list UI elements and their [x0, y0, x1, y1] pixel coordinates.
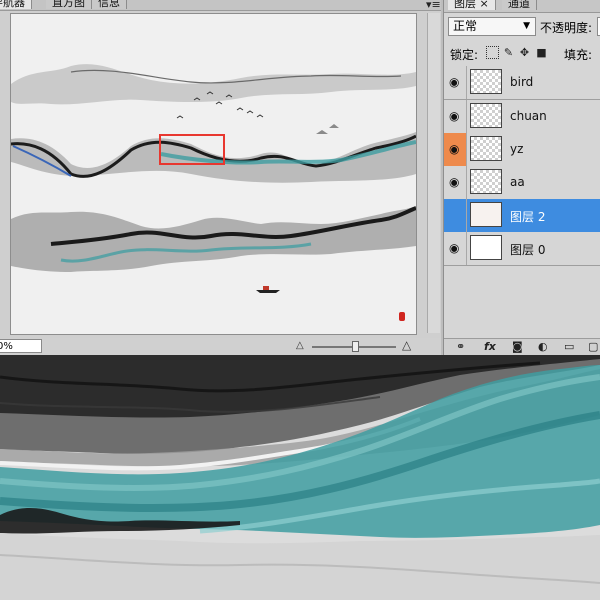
boat [256, 290, 280, 293]
eye-icon: ◉ [449, 142, 460, 156]
zoom-slider-handle[interactable] [352, 341, 359, 352]
ink-landscape-detail [0, 355, 600, 600]
visibility-toggle[interactable] [444, 199, 467, 232]
zoomed-canvas[interactable] [0, 355, 600, 600]
tab-histogram[interactable]: 直方图 [46, 0, 92, 9]
layer-name: bird [510, 75, 534, 89]
fill-label: 填充: [564, 48, 593, 62]
layer-thumbnail [470, 103, 502, 128]
layer-row-yz[interactable]: ◉ yz [444, 133, 600, 167]
blend-mode-value: 正常 [453, 19, 478, 33]
visibility-toggle[interactable]: ◉ [444, 66, 467, 99]
zoom-percentage-field[interactable]: 0% [0, 339, 42, 353]
navigator-preview[interactable] [10, 13, 417, 335]
layer-thumbnail [470, 235, 502, 260]
visibility-toggle[interactable]: ◉ [444, 100, 467, 133]
tab-info[interactable]: 信息 [92, 0, 127, 9]
eye-icon: ◉ [449, 175, 460, 189]
layers-footer-toolbar: ⚭ fx ◙ ◐ ▭ ▢ [444, 338, 600, 356]
link-icon[interactable]: ⚭ [456, 340, 465, 353]
navigator-panel: 导航器 直方图 信息 ▾≡ [0, 0, 441, 355]
lower-paper [0, 533, 600, 600]
eye-icon: ◉ [449, 75, 460, 89]
layer-thumbnail [470, 169, 502, 194]
layer-name: chuan [510, 109, 547, 123]
tab-navigator[interactable]: 导航器 [0, 0, 32, 9]
visibility-toggle[interactable]: ◉ [444, 133, 467, 166]
eye-icon: ◉ [449, 241, 460, 255]
mountain-top-wash [11, 64, 416, 105]
lock-all-icon[interactable]: ■ [535, 46, 548, 59]
navigator-view-box[interactable] [159, 134, 225, 165]
layer-name: 图层 0 [510, 243, 546, 257]
navigator-tab-bar: 导航器 直方图 信息 ▾≡ [0, 0, 441, 11]
ink-landscape-thumbnail [11, 64, 416, 321]
navigator-scrollbar[interactable] [427, 13, 440, 333]
eye-icon: ◉ [449, 109, 460, 123]
lock-transparent-icon[interactable] [486, 46, 499, 59]
layer-row-aa[interactable]: ◉ aa [444, 166, 600, 200]
boat-cabin [263, 286, 269, 290]
chevron-down-icon: ▼ [523, 21, 530, 31]
red-seal [399, 312, 405, 321]
group-icon[interactable]: ▭ [564, 340, 574, 353]
mask-icon[interactable]: ◙ [512, 340, 523, 353]
zoom-out-icon[interactable]: △ [296, 340, 304, 351]
layer-thumbnail [470, 136, 502, 161]
layer-row-bird[interactable]: ◉ bird [444, 66, 600, 100]
layer-name: yz [510, 142, 524, 156]
layers-list: ◉ bird ◉ chuan ◉ yz ◉ aa 图层 2 ◉ 图层 0 [444, 66, 600, 266]
tab-channels[interactable]: 通道 [502, 0, 537, 10]
layer-name: aa [510, 175, 525, 189]
layers-tab-bar: 图层 × 通道 [444, 0, 600, 13]
layer-row-layer-0[interactable]: ◉ 图层 0 [444, 232, 600, 266]
panel-menu-icon[interactable]: ▾≡ [426, 0, 441, 11]
layer-thumbnail [470, 69, 502, 94]
layer-row-layer-2[interactable]: 图层 2 [444, 199, 600, 233]
lock-label: 锁定: [450, 48, 479, 62]
blend-mode-select[interactable]: 正常 ▼ [448, 17, 536, 36]
layers-panel: 图层 × 通道 正常 ▼ 不透明度: 锁定: ✎ ✥ ■ 填充: ◉ bird … [443, 0, 600, 356]
zoom-in-icon[interactable]: △ [402, 338, 411, 352]
lock-brush-icon[interactable]: ✎ [502, 46, 515, 59]
visibility-toggle[interactable]: ◉ [444, 166, 467, 199]
navigator-zoom-bar: 0% △ △ [0, 338, 441, 355]
adjustment-icon[interactable]: ◐ [538, 340, 548, 353]
fx-icon[interactable]: fx [484, 340, 496, 353]
layer-thumbnail [470, 202, 502, 227]
lock-move-icon[interactable]: ✥ [518, 46, 531, 59]
new-layer-icon[interactable]: ▢ [588, 340, 598, 353]
visibility-toggle[interactable]: ◉ [444, 232, 467, 265]
layer-name: 图层 2 [510, 210, 546, 224]
layer-row-chuan[interactable]: ◉ chuan [444, 100, 600, 134]
tab-layers[interactable]: 图层 × [448, 0, 496, 10]
distant-rocks [316, 124, 339, 134]
opacity-label: 不透明度: [540, 21, 593, 35]
